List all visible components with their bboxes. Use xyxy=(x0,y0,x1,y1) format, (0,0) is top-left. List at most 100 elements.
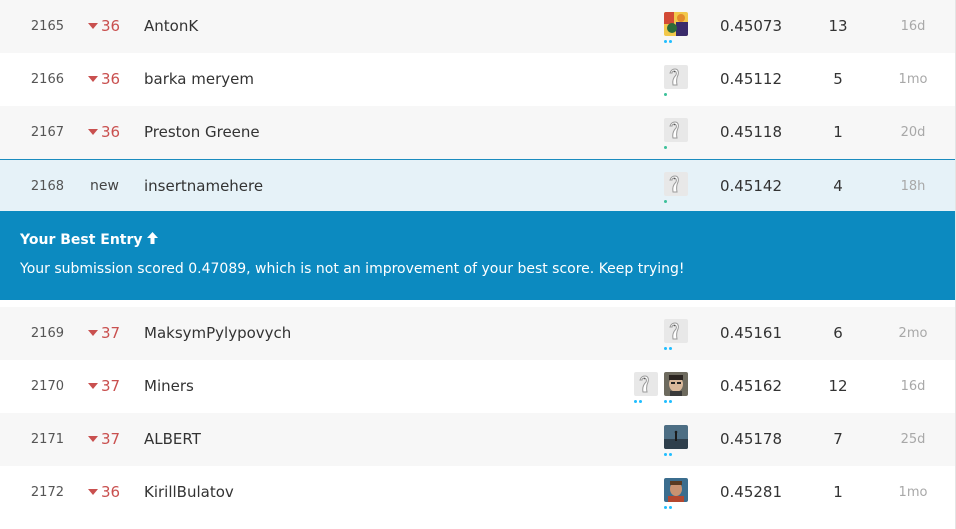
leaderboard-row[interactable]: 2166 36 barka meryem 0.45112 5 1mo xyxy=(0,53,956,106)
team-name-link[interactable]: AntonK xyxy=(144,0,198,53)
entries-count: 6 xyxy=(833,324,843,342)
caret-down-icon xyxy=(88,129,98,135)
leaderboard-row[interactable]: 2168 new insertnamehere 0.45142 4 18h xyxy=(0,159,956,212)
rank-change-value: 37 xyxy=(101,430,121,448)
banner-message: Your submission scored 0.47089, which is… xyxy=(20,261,685,277)
rank-number: 2172 xyxy=(30,485,64,500)
caret-down-icon xyxy=(88,76,98,82)
entries-count: 1 xyxy=(833,123,843,141)
entries-count: 13 xyxy=(828,17,848,35)
last-submission: 25d xyxy=(900,432,926,447)
tier-dot xyxy=(664,93,667,96)
team-member-avatar[interactable] xyxy=(664,425,688,449)
score-value: 0.45118 xyxy=(719,123,783,141)
rank-number: 2165 xyxy=(30,19,64,34)
score-value: 0.45178 xyxy=(719,430,783,448)
team-name-link[interactable]: barka meryem xyxy=(144,53,254,106)
score-value: 0.45112 xyxy=(719,70,783,88)
score-value: 0.45142 xyxy=(719,177,783,195)
tier-dots xyxy=(664,200,669,204)
entries-count: 4 xyxy=(833,177,843,195)
team-member-avatar[interactable] xyxy=(664,478,688,502)
last-submission: 16d xyxy=(900,379,926,394)
entries-count: 12 xyxy=(828,377,848,395)
leaderboard-row[interactable]: 2169 37 MaksymPylypovych 0.45161 6 2mo xyxy=(0,307,956,360)
rank-change: 36 xyxy=(88,0,128,53)
team-member-avatar[interactable] xyxy=(664,118,688,142)
tier-dot xyxy=(634,400,637,403)
tier-dot xyxy=(669,400,672,403)
team-name-link[interactable]: KirillBulatov xyxy=(144,466,234,519)
rank-change: 36 xyxy=(88,53,128,106)
caret-down-icon xyxy=(88,23,98,29)
tier-dot xyxy=(664,200,667,203)
tier-dot xyxy=(669,347,672,350)
team-member-avatar[interactable] xyxy=(634,372,658,396)
score-value: 0.45073 xyxy=(719,17,783,35)
entries-count: 5 xyxy=(833,70,843,88)
leaderboard-row[interactable]: 2167 36 Preston Greene 0.45118 1 20d xyxy=(0,106,956,159)
tier-dot xyxy=(669,40,672,43)
best-entry-banner: Your Best Entry Your submission scored 0… xyxy=(0,211,956,300)
rank-change: 36 xyxy=(88,466,128,519)
entries-count: 1 xyxy=(833,483,843,501)
rank-number: 2166 xyxy=(30,72,64,87)
tier-dot xyxy=(664,347,667,350)
banner-title: Your Best Entry xyxy=(20,232,158,248)
team-member-avatar[interactable] xyxy=(664,172,688,196)
caret-down-icon xyxy=(88,383,98,389)
tier-dots xyxy=(664,506,674,510)
rank-change-value: 37 xyxy=(101,324,121,342)
rank-change: 36 xyxy=(88,106,128,159)
rank-change-value: 36 xyxy=(101,70,121,88)
team-member-avatar[interactable] xyxy=(664,319,688,343)
score-value: 0.45161 xyxy=(719,324,783,342)
tier-dot xyxy=(669,453,672,456)
score-value: 0.45162 xyxy=(719,377,783,395)
rank-number: 2171 xyxy=(30,432,64,447)
leaderboard-row[interactable]: 2171 37 ALBERT 0.45178 7 25d xyxy=(0,413,956,466)
caret-down-icon xyxy=(88,436,98,442)
last-submission: 20d xyxy=(900,125,926,140)
tier-dots xyxy=(634,400,644,404)
tier-dots xyxy=(664,93,669,97)
team-name-link[interactable]: MaksymPylypovych xyxy=(144,307,291,360)
tier-dots xyxy=(664,40,674,44)
team-member-avatar[interactable] xyxy=(664,65,688,89)
arrow-up-icon xyxy=(146,232,158,248)
tier-dot xyxy=(669,506,672,509)
team-name-link[interactable]: Preston Greene xyxy=(144,106,260,159)
leaderboard-row[interactable]: 2170 37 Miners 0.45162 12 16d xyxy=(0,360,956,413)
rank-change: 37 xyxy=(88,360,128,413)
tier-dot xyxy=(639,400,642,403)
rank-number: 2167 xyxy=(30,125,64,140)
rank-change-value: 36 xyxy=(101,483,121,501)
rank-change: 37 xyxy=(88,307,128,360)
rank-number: 2169 xyxy=(30,326,64,341)
rank-number: 2168 xyxy=(30,179,64,194)
team-name-link[interactable]: ALBERT xyxy=(144,413,201,466)
team-member-avatar[interactable] xyxy=(664,12,688,36)
rank-change: 37 xyxy=(88,413,128,466)
last-submission: 1mo xyxy=(898,485,928,500)
rank-change-value: 36 xyxy=(101,17,121,35)
leaderboard-row[interactable]: 2165 36 AntonK 0.45073 13 16d xyxy=(0,0,956,53)
caret-down-icon xyxy=(88,489,98,495)
entries-count: 7 xyxy=(833,430,843,448)
tier-dot xyxy=(664,400,667,403)
last-submission: 1mo xyxy=(898,72,928,87)
rank-change-new: new xyxy=(90,178,119,194)
last-submission: 16d xyxy=(900,19,926,34)
last-submission: 2mo xyxy=(898,326,928,341)
rank-change-value: 37 xyxy=(101,377,121,395)
tier-dots xyxy=(664,453,674,457)
leaderboard-row[interactable]: 2172 36 KirillBulatov 0.45281 1 1mo xyxy=(0,466,956,519)
tier-dots xyxy=(664,146,669,150)
tier-dot xyxy=(664,453,667,456)
tier-dots xyxy=(664,347,674,351)
rank-change-value: 36 xyxy=(101,123,121,141)
team-member-avatar[interactable] xyxy=(664,372,688,396)
caret-down-icon xyxy=(88,330,98,336)
team-name-link[interactable]: Miners xyxy=(144,360,194,413)
team-name-link[interactable]: insertnamehere xyxy=(144,160,263,213)
